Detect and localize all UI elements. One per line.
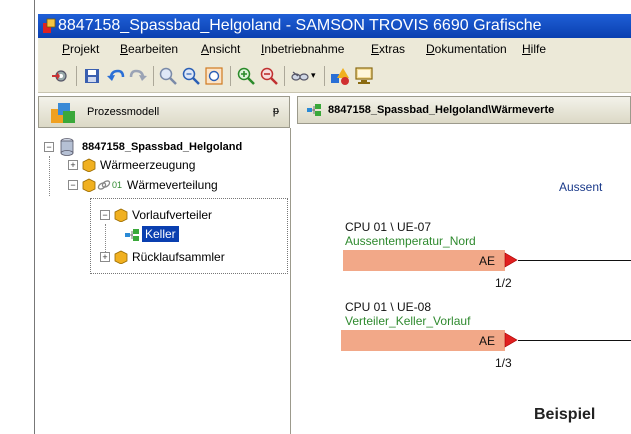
tree-item-label: Vorlaufverteiler bbox=[132, 208, 213, 222]
menu-dokumentation[interactable]: Dokumentation bbox=[426, 42, 507, 56]
menu-extras[interactable]: Extras bbox=[371, 42, 405, 56]
port-label: AE bbox=[479, 254, 496, 268]
menu-label: ilfe bbox=[530, 42, 547, 56]
save-icon[interactable] bbox=[82, 66, 102, 86]
menu-hilfe[interactable]: Hilfe bbox=[522, 42, 546, 56]
page-border bbox=[34, 0, 35, 434]
menu-ansicht[interactable]: Ansicht bbox=[201, 42, 240, 56]
expand-icon[interactable]: + bbox=[68, 160, 78, 170]
panel-title: Prozessmodell bbox=[87, 106, 160, 118]
function-block-icon bbox=[307, 104, 321, 116]
tree-item-label-selected: Keller bbox=[142, 226, 179, 242]
menu-inbetriebnahme[interactable]: Inbetriebnahme bbox=[261, 42, 344, 56]
folder-cube-icon bbox=[82, 178, 96, 192]
pin-icon[interactable]: ᵽ bbox=[273, 105, 279, 117]
zoom-in-icon[interactable] bbox=[236, 66, 256, 86]
menu-mnemonic: P bbox=[62, 42, 71, 56]
zoom-out-icon[interactable] bbox=[259, 66, 279, 86]
function-block-icon bbox=[125, 229, 139, 241]
toolbar: ▾ bbox=[38, 60, 631, 93]
port-index: 1/3 bbox=[495, 356, 512, 370]
toolbar-separator bbox=[284, 66, 285, 86]
port-label: AE bbox=[479, 334, 496, 348]
block-signal-name: Verteiler_Keller_Vorlauf bbox=[345, 314, 471, 328]
zoom-actual-size-icon[interactable] bbox=[181, 66, 201, 86]
tree-root-label: 8847158_Spassbad_Helgoland bbox=[82, 141, 243, 153]
zoom-icon[interactable] bbox=[158, 66, 178, 86]
prozessmodell-panel-header: Prozessmodell ᵽ bbox=[38, 96, 290, 128]
menu-bearbeiten[interactable]: Bearbeiten bbox=[120, 42, 178, 56]
database-icon bbox=[60, 138, 74, 156]
menu-label: nbetriebnahme bbox=[264, 42, 345, 56]
menu-label: xtras bbox=[379, 42, 406, 56]
menu-mnemonic: H bbox=[522, 42, 531, 56]
menu-mnemonic: B bbox=[120, 42, 129, 56]
document-tab[interactable]: 8847158_Spassbad_Helgoland\Wärmeverte bbox=[297, 96, 631, 124]
tree-item-label: Wärmeerzeugung bbox=[100, 158, 196, 172]
tree-line bbox=[49, 156, 51, 196]
menu-label: okumentation bbox=[434, 42, 507, 56]
block-signal-name: Aussentemperatur_Nord bbox=[345, 234, 476, 248]
port-arrow-icon[interactable] bbox=[504, 251, 518, 269]
figure-caption: Beispiel bbox=[534, 406, 596, 423]
tree-item-prefix: 01 bbox=[112, 180, 123, 190]
process-model-icon bbox=[51, 103, 75, 123]
diagram-canvas[interactable]: Aussent CPU 01 \ UE-07 Aussentemperatur_… bbox=[297, 124, 631, 404]
folder-cube-icon bbox=[114, 250, 128, 264]
tree-item-label: Wärmeverteilung bbox=[127, 178, 218, 192]
signal-wire bbox=[518, 340, 631, 341]
menu-label: earbeiten bbox=[128, 42, 179, 56]
process-tree: − 8847158_Spassbad_Helgoland + Wärmeerze… bbox=[38, 128, 291, 434]
toolbar-separator bbox=[230, 66, 231, 86]
canvas-header-text: Aussent bbox=[559, 180, 603, 194]
redo-icon[interactable] bbox=[128, 66, 148, 86]
app-icon bbox=[43, 18, 56, 33]
block-cpu-label: CPU 01 \ UE-08 bbox=[345, 300, 432, 314]
menu-bar: Projekt Bearbeiten Ansicht Inbetriebnahm… bbox=[38, 38, 631, 60]
collapse-icon[interactable]: − bbox=[44, 142, 54, 152]
undo-icon[interactable] bbox=[106, 66, 126, 86]
menu-label: rojekt bbox=[70, 42, 100, 56]
shapes-icon[interactable] bbox=[330, 66, 350, 86]
folder-cube-icon bbox=[114, 208, 128, 222]
monitor-icon[interactable] bbox=[354, 66, 374, 86]
folder-cube-icon bbox=[82, 158, 96, 172]
tree-item-label: Rücklaufsammler bbox=[132, 250, 225, 264]
port-index: 1/2 bbox=[495, 276, 512, 290]
gear-arrow-icon[interactable] bbox=[50, 66, 70, 86]
toolbar-separator bbox=[76, 66, 77, 86]
collapse-icon[interactable]: − bbox=[100, 210, 110, 220]
link-icon bbox=[97, 180, 111, 190]
signal-wire bbox=[518, 260, 631, 261]
document-tab-title: 8847158_Spassbad_Helgoland\Wärmeverte bbox=[328, 104, 555, 116]
collapse-icon[interactable]: − bbox=[68, 180, 78, 190]
title-bar: 8847158_Spassbad_Helgoland - SAMSON TROV… bbox=[38, 14, 631, 38]
chevron-down-icon[interactable]: ▾ bbox=[311, 70, 316, 81]
view-glasses-icon[interactable] bbox=[290, 66, 310, 86]
menu-mnemonic: D bbox=[426, 42, 435, 56]
block-cpu-label: CPU 01 \ UE-07 bbox=[345, 220, 432, 234]
toolbar-separator bbox=[324, 66, 325, 86]
menu-mnemonic: A bbox=[201, 42, 210, 56]
menu-projekt[interactable]: Projekt bbox=[62, 42, 99, 56]
toolbar-separator bbox=[153, 66, 154, 86]
port-arrow-icon[interactable] bbox=[504, 331, 518, 349]
menu-label: nsicht bbox=[209, 42, 241, 56]
expand-icon[interactable]: + bbox=[100, 252, 110, 262]
zoom-fit-icon[interactable] bbox=[204, 66, 224, 86]
window-title: 8847158_Spassbad_Helgoland - SAMSON TROV… bbox=[58, 17, 542, 34]
menu-mnemonic: E bbox=[371, 42, 380, 56]
